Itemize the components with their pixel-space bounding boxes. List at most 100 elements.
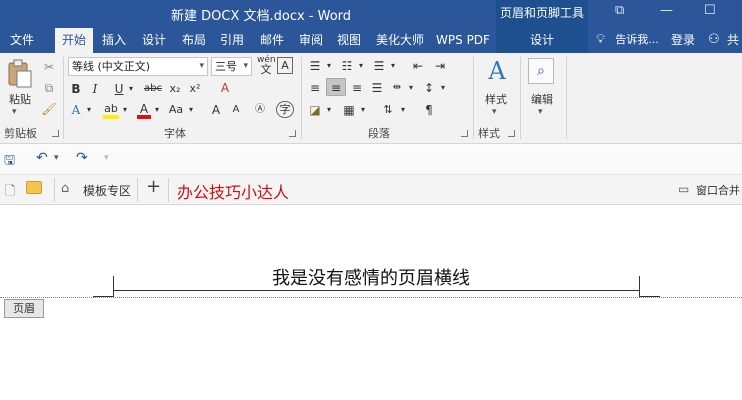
underline-dropdown-icon[interactable]: ▾	[126, 80, 136, 98]
paste-button[interactable]: 粘贴	[4, 91, 36, 107]
paragraph-launcher-icon[interactable]	[461, 130, 468, 137]
font-color-swatch	[137, 115, 151, 119]
undo-dropdown-icon[interactable]: ▾	[54, 153, 59, 163]
share-button[interactable]: 共	[724, 28, 742, 53]
font-size-dropdown[interactable]: 三号 ▾	[211, 57, 252, 76]
multilevel-dropdown-icon[interactable]: ▾	[388, 57, 398, 75]
editing-button[interactable]: 编辑	[524, 91, 560, 107]
ribbon-tab-row: 文件 开始 插入 设计 布局 引用 邮件 审阅 视图 美化大师 WPS PDF …	[0, 28, 742, 53]
highlight-button[interactable]: ab	[102, 100, 120, 119]
minimize-button[interactable]: —	[660, 3, 673, 18]
template-zone-tab[interactable]: ⌂ 模板专区	[54, 178, 138, 202]
phonetic-guide-button[interactable]: wén 文	[257, 56, 276, 76]
header-badge: 页眉	[4, 299, 44, 318]
tab-insert[interactable]: 插入	[96, 28, 132, 53]
tab-file[interactable]: 文件	[0, 28, 44, 53]
strikethrough-button[interactable]: abc	[143, 80, 163, 98]
shading-icon[interactable]: ◪	[306, 101, 324, 119]
increase-indent-icon[interactable]: ⇥	[430, 57, 450, 75]
add-tab-button[interactable]: +	[146, 176, 161, 197]
customize-qat-icon[interactable]: ▾	[104, 153, 109, 163]
styles-dropdown-icon[interactable]: ▾	[492, 107, 497, 117]
undo-icon[interactable]: ↶	[36, 150, 48, 166]
underline-button[interactable]: U	[112, 80, 126, 98]
tab-home[interactable]: 开始	[55, 28, 93, 53]
tab-references[interactable]: 引用	[214, 28, 250, 53]
redo-icon[interactable]: ↷	[76, 150, 88, 166]
separator	[168, 178, 169, 202]
cut-icon[interactable]: ✂	[40, 58, 58, 76]
superscript-button[interactable]: x²	[186, 80, 204, 98]
distributed-dropdown-icon[interactable]: ▾	[406, 79, 416, 97]
maximize-button[interactable]: ☐	[704, 3, 716, 18]
multilevel-list-icon[interactable]: ☰	[370, 57, 388, 75]
tab-layout[interactable]: 布局	[176, 28, 212, 53]
ribbon-display-button[interactable]: ⧉	[615, 3, 624, 18]
save-icon[interactable]: 🖫	[4, 151, 15, 173]
tab-review[interactable]: 审阅	[293, 28, 329, 53]
justify-icon[interactable]: ☰	[368, 79, 386, 97]
font-color-dropdown-icon[interactable]: ▾	[152, 101, 162, 119]
text-effects-dropdown-icon[interactable]: ▾	[84, 101, 94, 119]
highlight-dropdown-icon[interactable]: ▾	[120, 101, 130, 119]
shrink-font-button[interactable]: A	[228, 101, 244, 119]
numbering-dropdown-icon[interactable]: ▾	[356, 57, 366, 75]
tell-me-search[interactable]: 告诉我...	[612, 28, 662, 53]
tab-design[interactable]: 设计	[136, 28, 172, 53]
sort-dropdown-icon[interactable]: ▾	[398, 101, 408, 119]
line-spacing-dropdown-icon[interactable]: ▾	[438, 79, 448, 97]
copy-icon[interactable]: ⧉	[40, 79, 58, 97]
borders-dropdown-icon[interactable]: ▾	[358, 101, 368, 119]
enclose-character-button[interactable]: 字	[276, 101, 294, 118]
tab-wps-pdf[interactable]: WPS PDF	[434, 28, 492, 53]
font-name-dropdown[interactable]: 等线 (中文正文) ▾	[68, 57, 208, 76]
numbering-icon[interactable]: ☷	[338, 57, 356, 75]
clipboard-launcher-icon[interactable]	[52, 130, 59, 137]
bullets-icon[interactable]: ☰	[306, 57, 324, 75]
tab-context-design[interactable]: 设计	[520, 28, 564, 53]
italic-button[interactable]: I	[88, 80, 102, 98]
subscript-button[interactable]: x₂	[166, 80, 184, 98]
paste-icon[interactable]	[6, 59, 34, 89]
show-marks-icon[interactable]: ¶	[420, 101, 438, 119]
text-effects-button[interactable]: A	[68, 101, 84, 119]
styles-button[interactable]: 样式	[478, 91, 514, 107]
borders-icon[interactable]: ▦	[340, 101, 358, 119]
folder-icon[interactable]	[26, 181, 42, 194]
clear-formatting-button[interactable]: A	[216, 79, 234, 97]
shading-dropdown-icon[interactable]: ▾	[324, 101, 334, 119]
sort-icon[interactable]: ⇅	[378, 101, 398, 119]
align-right-icon[interactable]: ≡	[348, 79, 366, 97]
character-border-button[interactable]: A	[277, 57, 293, 74]
home-icon: ⌂	[61, 181, 70, 196]
document-page[interactable]: 我是没有感情的页眉横线 页眉	[0, 206, 742, 400]
distributed-icon[interactable]: ⇹	[388, 79, 406, 97]
line-spacing-icon[interactable]: ↕	[420, 79, 438, 97]
paste-dropdown-icon[interactable]: ▾	[12, 107, 17, 117]
tab-meihua[interactable]: 美化大师	[372, 28, 428, 53]
window-merge-button[interactable]: 窗口合并	[696, 182, 740, 198]
ruby-icon[interactable]: Ⓐ	[252, 101, 268, 119]
clipboard-group-label: 剪贴板	[4, 127, 37, 140]
search-icon[interactable]: ⌕	[528, 58, 554, 84]
separator	[473, 57, 474, 139]
bold-button[interactable]: B	[68, 80, 84, 98]
bullets-dropdown-icon[interactable]: ▾	[324, 57, 334, 75]
font-launcher-icon[interactable]	[289, 130, 296, 137]
align-left-icon[interactable]: ≡	[306, 79, 324, 97]
decrease-indent-icon[interactable]: ⇤	[408, 57, 428, 75]
styles-gallery-icon[interactable]: A	[482, 57, 512, 85]
tab-mailings[interactable]: 邮件	[254, 28, 290, 53]
new-document-icon[interactable]: 🗋	[5, 182, 15, 204]
format-painter-icon[interactable]: 🖌︎	[40, 100, 58, 118]
align-center-icon[interactable]: ≡	[326, 78, 346, 96]
editing-dropdown-icon[interactable]: ▾	[538, 107, 543, 117]
font-color-button[interactable]: A	[136, 100, 152, 119]
header-text[interactable]: 我是没有感情的页眉横线	[0, 264, 742, 290]
change-case-button[interactable]: Aa	[166, 101, 186, 119]
tab-view[interactable]: 视图	[331, 28, 367, 53]
change-case-dropdown-icon[interactable]: ▾	[186, 101, 196, 119]
styles-launcher-icon[interactable]	[508, 130, 515, 137]
login-link[interactable]: 登录	[668, 28, 698, 53]
grow-font-button[interactable]: A	[208, 101, 224, 119]
